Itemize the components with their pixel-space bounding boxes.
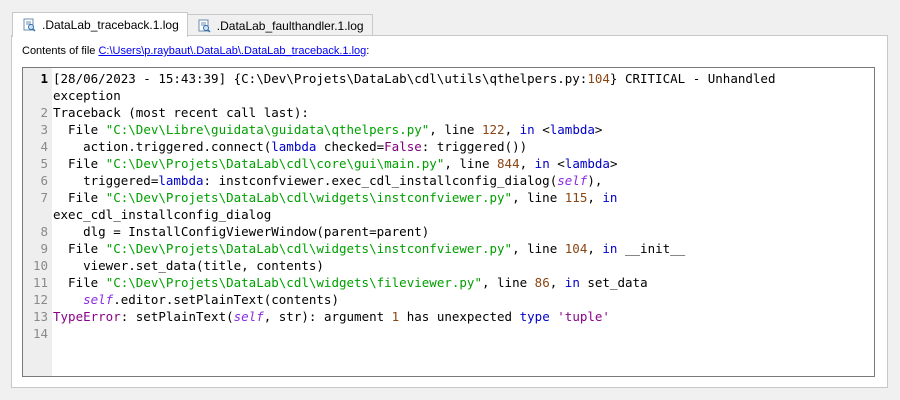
tab-label: .DataLab_faulthandler.1.log (216, 18, 364, 33)
file-path-prefix: Contents of file (22, 45, 99, 57)
line-text: action.triggered.connect(lambda checked=… (53, 139, 528, 154)
line-number: 14 (32, 326, 48, 341)
line-number: 9 (40, 241, 48, 256)
line-number: 2 (40, 105, 48, 120)
file-path-suffix: : (366, 45, 370, 57)
line-number (23, 87, 52, 104)
line-text: File "C:\Dev\Projets\DataLab\cdl\widgets… (53, 275, 648, 290)
line-text: File "C:\Dev\Projets\DataLab\cdl\widgets… (53, 241, 686, 256)
line-text: exception (53, 88, 121, 103)
line-text: File "C:\Dev\Projets\DataLab\cdl\widgets… (53, 190, 618, 205)
code-line: exception (23, 87, 874, 104)
code-line: 14 (23, 325, 874, 342)
line-number: 8 (40, 224, 48, 239)
code-line: 2 Traceback (most recent call last): (23, 104, 874, 121)
code-line: 1 [28/06/2023 - 15:43:39] {C:\Dev\Projets… (23, 70, 874, 87)
tab-traceback-log[interactable]: .DataLab_traceback.1.log (12, 12, 188, 37)
tab-content-panel: Contents of file C:\Users\p.raybaut\.Dat… (11, 35, 888, 388)
file-path-link[interactable]: C:\Users\p.raybaut\.DataLab\.DataLab_tra… (98, 45, 366, 57)
code-line: 8 dlg = InstallConfigViewerWindow(parent… (23, 223, 874, 240)
line-number: 13 (32, 309, 48, 324)
file-path-line: Contents of file C:\Users\p.raybaut\.Dat… (22, 45, 369, 57)
line-number: 1 (40, 71, 48, 86)
line-text: File "C:\Dev\Libre\guidata\guidata\qthel… (53, 122, 603, 137)
line-number (23, 206, 52, 223)
code-line: 13 TypeError: setPlainText(self, str): ar… (23, 308, 874, 325)
line-number: 12 (32, 292, 48, 307)
line-text: TypeError: setPlainText(self, str): argu… (53, 309, 610, 324)
tab-label: .DataLab_traceback.1.log (42, 18, 179, 32)
line-number: 5 (40, 156, 48, 171)
tab-faulthandler-log[interactable]: .DataLab_faulthandler.1.log (186, 14, 373, 36)
line-number: 4 (40, 139, 48, 154)
code-line: 4 action.triggered.connect(lambda checke… (23, 138, 874, 155)
line-number: 3 (40, 122, 48, 137)
code-line: 6 triggered=lambda: instconfviewer.exec_… (23, 172, 874, 189)
code-line: 12 self.editor.setPlainText(contents) (23, 291, 874, 308)
code-line: 7 File "C:\Dev\Projets\DataLab\cdl\widge… (23, 189, 874, 206)
line-text: dlg = InstallConfigViewerWindow(parent=p… (53, 224, 430, 239)
line-text: triggered=lambda: instconfviewer.exec_cd… (53, 173, 603, 188)
line-number: 7 (40, 190, 48, 205)
line-number: 6 (40, 173, 48, 188)
log-text-editor[interactable]: 1 [28/06/2023 - 15:43:39] {C:\Dev\Projets… (22, 67, 875, 377)
log-file-icon (198, 19, 211, 32)
tab-bar: .DataLab_traceback.1.log .DataLab_faulth… (12, 11, 373, 37)
line-text: viewer.set_data(title, contents) (53, 258, 324, 273)
line-text: exec_cdl_installconfig_dialog (53, 207, 272, 222)
code-line: 11 File "C:\Dev\Projets\DataLab\cdl\widg… (23, 274, 874, 291)
code-line: 5 File "C:\Dev\Projets\DataLab\cdl\core\… (23, 155, 874, 172)
line-text: Traceback (most recent call last): (53, 105, 309, 120)
code-line: exec_cdl_installconfig_dialog (23, 206, 874, 223)
line-number: 10 (32, 258, 48, 273)
code-line: 3 File "C:\Dev\Libre\guidata\guidata\qth… (23, 121, 874, 138)
line-text: [28/06/2023 - 15:43:39] {C:\Dev\Projets\… (53, 71, 776, 86)
line-text: File "C:\Dev\Projets\DataLab\cdl\core\gu… (53, 156, 618, 171)
code-line: 10 viewer.set_data(title, contents) (23, 257, 874, 274)
line-text: self.editor.setPlainText(contents) (83, 292, 339, 307)
log-file-icon (23, 18, 36, 32)
code-lines: 1 [28/06/2023 - 15:43:39] {C:\Dev\Projets… (23, 70, 874, 342)
line-number: 11 (32, 275, 48, 290)
code-line: 9 File "C:\Dev\Projets\DataLab\cdl\widge… (23, 240, 874, 257)
line-text (52, 325, 53, 342)
